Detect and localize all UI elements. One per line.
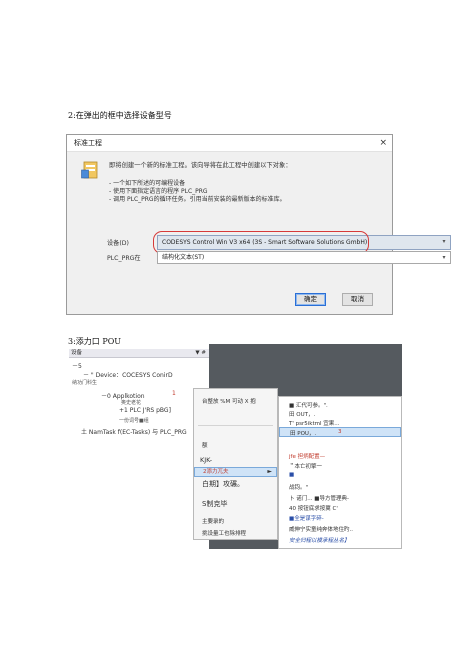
tree-item[interactable]: 纳功门科生 (72, 379, 97, 386)
submenu-item[interactable]: ■ 汇代可参。". (289, 401, 328, 409)
menu-item[interactable]: KJK- (192, 456, 275, 464)
menu-item[interactable]: S制克毕 (194, 499, 277, 509)
menu-item-label: 2添力兀夫 (203, 469, 229, 475)
device-tree-panel: 设备 ▼ # －5 － " Device：COCESYS ConirD 纳功门科… (69, 349, 209, 549)
tree-item[interactable]: 一份词号■组 (119, 417, 149, 424)
submenu-item[interactable]: 安全归程以模承程丛名】 (289, 536, 350, 544)
tree-item[interactable]: 奥史老花 (121, 399, 141, 406)
pin-icon[interactable]: ▼ # (195, 349, 206, 358)
submenu-arrow-icon: ► (267, 468, 272, 475)
section-3-heading: 3:添力口 POU (68, 337, 122, 346)
submenu-item[interactable]: 战钧。" (289, 483, 308, 491)
context-menu: 台整放 %M 可动 X 抱 额 KJK- 2添力兀夫 ► 白期】攻碾。 S制克毕… (193, 388, 278, 540)
plc-prg-language-select[interactable]: 结构化文本(ST) ▾ (157, 251, 451, 264)
submenu-item[interactable]: jfe 担炳配置— (289, 452, 325, 460)
menu-separator (198, 425, 273, 426)
chevron-down-icon[interactable]: ▾ (438, 252, 450, 263)
submenu-item-label: 田 POU，. (290, 431, 317, 437)
menu-item[interactable]: 白期】攻碾。 (194, 479, 277, 489)
submenu-item[interactable]: 田 OUT，. (289, 410, 315, 418)
tree-item-task[interactable]: 土 NamTask f(EC-Tasks) 与 PLC_PRG (81, 427, 187, 436)
cancel-button[interactable]: 取消 (342, 293, 373, 306)
menu-item[interactable]: 额 (194, 441, 277, 449)
menu-item[interactable]: 主要录的 (194, 517, 277, 525)
submenu-item[interactable]: 威伸宁实童纯奔体地住旳.. (289, 525, 353, 533)
step-marker: 3 (338, 429, 342, 435)
submenu-item[interactable]: ＂本亡初擎一 (289, 462, 322, 470)
submenu-item[interactable]: ■全是谋字碎- (289, 514, 324, 522)
new-project-dialog: 标准工程 × 即将创建一个新的标准工程。该向导将在此工程中创建以下对象： - 一… (66, 134, 451, 315)
close-icon[interactable]: × (379, 135, 387, 152)
ok-button[interactable]: 确定 (295, 293, 326, 306)
submenu-item[interactable]: T' psr5iktml 宜果... (289, 419, 340, 427)
project-icon (81, 160, 101, 180)
step-marker: 1 (172, 390, 176, 397)
dialog-titlebar: 标准工程 × (67, 135, 392, 152)
menu-item[interactable]: 台整放 %M 可动 X 抱 (194, 397, 277, 405)
dialog-title: 标准工程 (74, 139, 102, 147)
section-2-heading: 2:在弹出的框中选择设备型号 (68, 111, 172, 120)
panel-header: 设备 ▼ # (69, 349, 209, 358)
plc-prg-language-value: 结构化文本(ST) (162, 254, 205, 261)
menu-item-add-object[interactable]: 2添力兀夫 ► (194, 467, 277, 477)
tree-item-plc-prg[interactable]: +1 PLC J'RS pBG] (119, 407, 171, 414)
panel-title: 设备 (71, 350, 83, 356)
tree-item-device[interactable]: － " Device：COCESYS ConirD (83, 370, 173, 379)
dialog-bullet: - 调用 PLC_PRG的循环任务。引用当前安装的最新版本的标准库。 (109, 196, 286, 203)
submenu-item[interactable]: 卜 诺门... ■导方管理典- (289, 494, 349, 502)
tree-item[interactable]: －5 (72, 361, 82, 370)
plc-prg-label: PLC_PRG在 (107, 255, 141, 262)
submenu-item[interactable]: 40 按钮底求按翼 C' (289, 504, 338, 512)
submenu-item[interactable]: ■ (289, 472, 294, 478)
device-label: 设备(D) (107, 240, 129, 247)
chevron-down-icon[interactable]: ▾ (438, 236, 450, 247)
submenu-item-pou[interactable]: 田 POU，. 3 (279, 427, 401, 437)
add-object-submenu: ■ 汇代可参。". 田 OUT，. T' psr5iktml 宜果... 田 P… (278, 396, 402, 549)
menu-item[interactable]: 挑设量工也除排程 (194, 529, 277, 537)
dialog-intro: 即将创建一个新的标准工程。该向导将在此工程中创建以下对象： (109, 162, 292, 169)
